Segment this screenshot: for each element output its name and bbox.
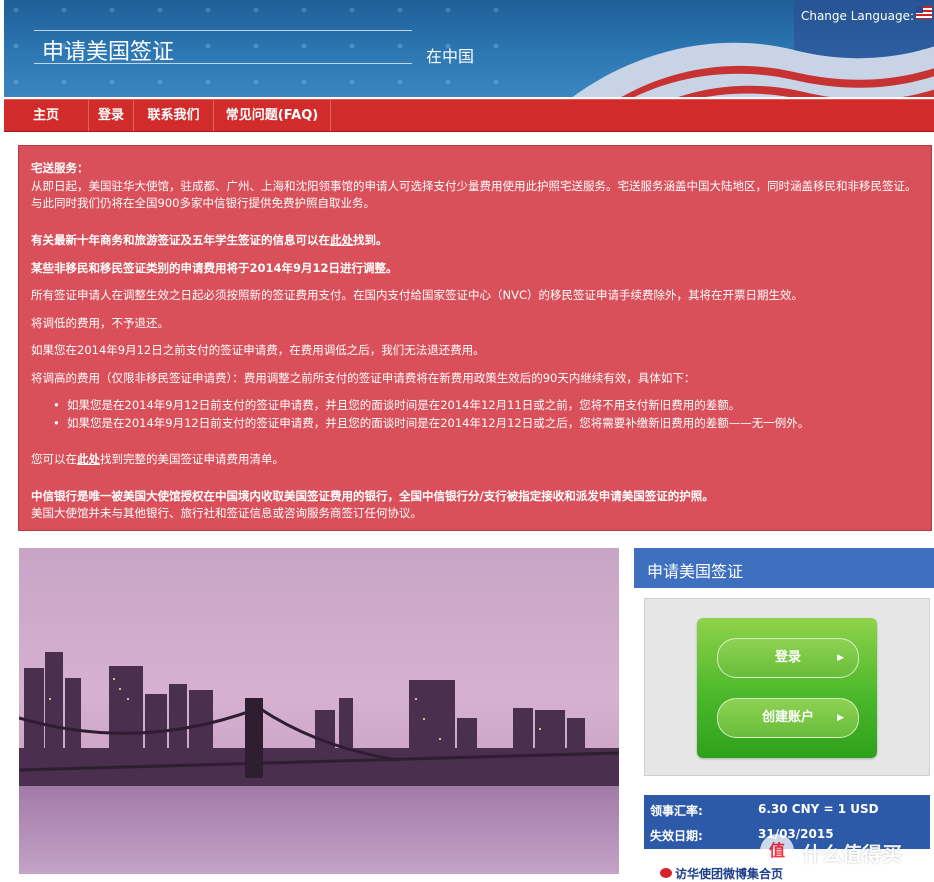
brooklyn-bridge-photo (19, 548, 619, 874)
list-item: 如果您是在2014年9月12日前支付的签证申请费，并且您的面谈时间是在2014年… (53, 415, 917, 432)
sidebar-heading: 申请美国签证 (634, 548, 934, 588)
chevron-right-icon: ▶ (837, 653, 844, 663)
watermark-text: 什么值得买 (802, 842, 902, 866)
chevron-right-icon: ▶ (837, 713, 844, 723)
rate-value: 6.30 CNY = 1 USD (758, 802, 879, 816)
fee-adjust-body: 所有签证申请人在调整生效之日起必须按照新的签证费用支付。在国内支付给国家签证中心… (31, 288, 803, 302)
city-skyline-illustration (19, 548, 619, 874)
fee-adjust-title: 某些非移民和移民签证类别的申请费用将于2014年9月12日进行调整。 (31, 261, 398, 275)
ten-year-visa-info: 有关最新十年商务和旅游签证及五年学生签证的信息可以在此处找到。 (31, 233, 388, 247)
page-subtitle: 在中国 (426, 47, 475, 66)
smzdm-watermark: 值 什么值得买 (760, 834, 934, 870)
citic-bold: 中信银行是唯一被美国大使馆授权在中国境内收取美国签证费用的银行，全国中信银行分/… (31, 489, 714, 503)
fee-list-text: 您可以在此处找到完整的美国签证申请费用清单。 (31, 452, 284, 466)
ten-year-link[interactable]: 此处 (330, 233, 353, 247)
nav-item-contact[interactable]: 联系我们 (134, 100, 214, 131)
expiry-label: 失效日期: (650, 829, 703, 843)
fee-list-link[interactable]: 此处 (77, 452, 100, 466)
main-nav: 主页 登录 联系我们 常见问题(FAQ) (4, 99, 934, 132)
sidebar-heading-text: 申请美国签证 (647, 562, 744, 581)
rate-label: 领事汇率: (650, 804, 703, 818)
notice-panel: 宅送服务： 从即日起，美国驻华大使馆，驻成都、广州、上海和沈阳领事馆的申请人可选… (18, 145, 932, 531)
nav-item-faq[interactable]: 常见问题(FAQ) (214, 100, 331, 131)
page-title: 申请美国签证 (42, 40, 175, 65)
citic-body: 美国大使馆并未与其他银行、旅行社和签证信息或咨询服务商签订任何协议。 (31, 506, 422, 520)
create-account-label: 创建账户 (761, 710, 814, 725)
no-refund-text: 将调低的费用，不予退还。 (31, 316, 169, 330)
watermark-logo: 值 (760, 834, 794, 868)
create-account-button[interactable]: 创建账户 ▶ (717, 698, 859, 738)
login-button[interactable]: 登录 ▶ (717, 638, 859, 678)
title-box: 申请美国签证 (34, 30, 412, 65)
login-button-label: 登录 (774, 650, 801, 665)
delivery-body: 从即日起，美国驻华大使馆，驻成都、广州、上海和沈阳领事馆的申请人可选择支付少量费… (31, 179, 917, 210)
list-item: 如果您是在2014年9月12日前支付的签证申请费，并且您的面谈时间是在2014年… (53, 397, 917, 414)
us-flag-icon[interactable] (916, 6, 932, 19)
nav-item-login[interactable]: 登录 (89, 100, 134, 131)
login-box: 登录 ▶ 创建账户 ▶ (697, 618, 877, 758)
before-paid-text: 如果您在2014年9月12日之前支付的签证申请费，在费用调低之后，我们无法退还费… (31, 343, 485, 357)
change-language-link[interactable]: Change Language: (801, 9, 914, 23)
raised-fee-intro: 将调高的费用（仅限非移民签证申请费）：费用调整之前所支付的签证申请费将在新费用政… (31, 371, 696, 385)
nav-item-home[interactable]: 主页 (4, 100, 89, 131)
site-header: 申请美国签证 在中国 Change Language: (4, 0, 934, 97)
delivery-title: 宅送服务： (31, 161, 89, 175)
